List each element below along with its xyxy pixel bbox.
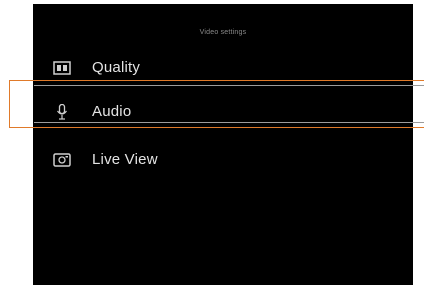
menu-item-label: Quality bbox=[92, 59, 141, 76]
menu-item-label: Live View bbox=[92, 151, 158, 168]
live-view-icon bbox=[53, 152, 71, 168]
selection-highlight bbox=[9, 80, 424, 128]
camera-menu-screen: Video settings Quality Audio Live View bbox=[33, 4, 413, 285]
menu-item-live-view[interactable]: Live View bbox=[33, 144, 413, 176]
quality-icon bbox=[53, 60, 71, 76]
menu-title: Video settings bbox=[199, 29, 247, 36]
